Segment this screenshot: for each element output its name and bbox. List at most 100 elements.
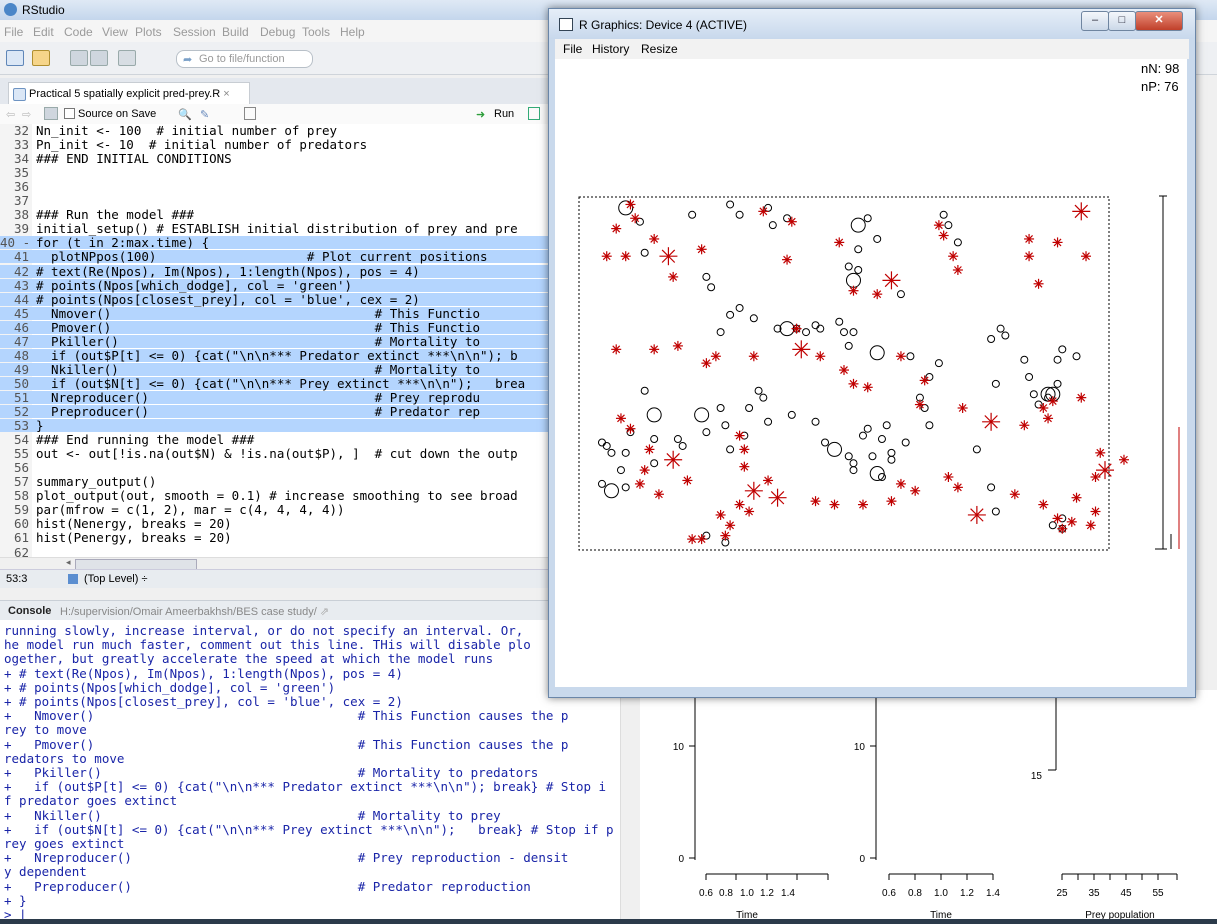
- forward-arrow-icon[interactable]: ⇨: [22, 108, 31, 121]
- rerun-icon[interactable]: [528, 107, 540, 120]
- maximize-button[interactable]: □: [1108, 11, 1136, 31]
- code-line[interactable]: 51 Nreproducer() # Prey reprodu: [0, 389, 640, 405]
- search-icon[interactable]: 🔍: [178, 108, 192, 121]
- code-line[interactable]: 44 # points(Npos[closest_prey], col = 'bl…: [0, 292, 640, 306]
- code-line[interactable]: 49 Nkiller() # Mortality to: [0, 362, 640, 376]
- predator-point: [1009, 489, 1020, 500]
- code-line[interactable]: 56: [0, 461, 640, 474]
- minimize-button[interactable]: –: [1081, 11, 1109, 31]
- graphics-menu-resize[interactable]: Resize: [641, 42, 678, 56]
- plot1-xtick-label: 1.4: [781, 888, 795, 899]
- goto-dir-icon[interactable]: ⇗: [320, 606, 329, 618]
- save-all-icon[interactable]: [90, 50, 108, 66]
- predator-point: [696, 244, 707, 255]
- run-button[interactable]: Run: [494, 108, 514, 120]
- run-arrow-icon[interactable]: ➜: [476, 108, 485, 121]
- code-line[interactable]: 42 # text(Re(Npos), Im(Npos), 1:length(Np…: [0, 263, 640, 279]
- print-icon[interactable]: [118, 50, 136, 66]
- graphics-menubar: File History Resize: [555, 39, 1189, 59]
- code-line[interactable]: 46 Pmover() # This Functio: [0, 320, 640, 334]
- close-tab-icon[interactable]: ×: [223, 88, 229, 100]
- prey-point: [764, 203, 773, 212]
- code-line[interactable]: 45 Nmover() # This Functio: [0, 306, 640, 320]
- code-line[interactable]: 40 - for (t in 2:max.time) {: [0, 236, 640, 250]
- menu-edit[interactable]: Edit: [33, 25, 54, 39]
- console-output[interactable]: running slowly, increase interval, or do…: [0, 620, 630, 919]
- code-line[interactable]: 37: [0, 194, 640, 207]
- predator-point: [611, 223, 622, 234]
- code-line[interactable]: 39 initial_setup() # ESTABLISH initial di…: [0, 222, 640, 235]
- menu-view[interactable]: View: [102, 25, 128, 39]
- line-number: 58: [13, 488, 29, 504]
- prey-point: [768, 221, 777, 230]
- close-button[interactable]: ✕: [1135, 11, 1183, 31]
- menu-code[interactable]: Code: [64, 25, 93, 39]
- predator-point: [1033, 278, 1044, 289]
- back-arrow-icon[interactable]: ⇦: [6, 108, 15, 121]
- prey-point: [1053, 379, 1062, 388]
- code-line[interactable]: 53}: [0, 419, 640, 433]
- code-line[interactable]: 43 # points(Npos[which_dodge], col = 'gre…: [0, 278, 640, 292]
- plot1-xtick-label: 1.0: [740, 888, 754, 899]
- menu-build[interactable]: Build: [222, 25, 249, 39]
- scroll-left-icon[interactable]: ◂: [66, 557, 71, 568]
- code-line[interactable]: 48 if (out$P[t] <= 0) {cat("\n\n*** Pred…: [0, 348, 640, 362]
- line-code: Nn_init <- 100 # initial number of prey: [36, 124, 338, 138]
- console-line: rey goes extinct: [4, 836, 125, 851]
- new-file-icon[interactable]: [6, 50, 24, 66]
- plot3-xtick-label: 45: [1120, 888, 1132, 899]
- line-number: 62: [13, 544, 29, 558]
- code-line[interactable]: 47 Pkiller() # Mortality to: [0, 334, 640, 348]
- open-project-icon[interactable]: [32, 50, 50, 66]
- menu-help[interactable]: Help: [340, 25, 365, 39]
- menu-debug[interactable]: Debug: [260, 25, 295, 39]
- menu-session[interactable]: Session: [173, 25, 216, 39]
- code-line[interactable]: 35: [0, 166, 640, 179]
- code-line[interactable]: 34 ### END INITIAL CONDITIONS: [0, 152, 640, 165]
- code-line[interactable]: 61 hist(Penergy, breaks = 20): [0, 531, 640, 544]
- magic-wand-icon[interactable]: ✎: [200, 108, 209, 121]
- prey-point: [716, 404, 725, 412]
- prey-point: [1053, 355, 1062, 364]
- line-code: # text(Re(Npos), Im(Npos), 1:length(Npos…: [36, 263, 420, 279]
- code-line[interactable]: 59 par(mfrow = c(1, 2), mar = c(4, 4, 4, …: [0, 503, 640, 516]
- code-line[interactable]: 60 hist(Nenergy, breaks = 20): [0, 517, 640, 530]
- code-line[interactable]: 32 Nn_init <- 100 # initial number of pre…: [0, 124, 640, 137]
- graphics-menu-history[interactable]: History: [592, 42, 629, 56]
- code-line[interactable]: 36: [0, 180, 640, 193]
- outline-icon[interactable]: [244, 107, 256, 120]
- plots-pane: 10 0 0.6 0.8 1.0 1.2 1.4 Time 10 0 0.6 0…: [640, 690, 1217, 921]
- code-line[interactable]: 54 ### End running the model ###: [0, 433, 640, 446]
- graphics-titlebar[interactable]: R Graphics: Device 4 (ACTIVE) – □ ✕: [549, 9, 1195, 39]
- prey-point: [996, 324, 1005, 333]
- source-on-save-checkbox[interactable]: [64, 108, 75, 119]
- code-line[interactable]: 41 plotNPpos(100) # Plot current positio…: [0, 250, 640, 264]
- prey-point: [849, 328, 858, 337]
- prey-point: [845, 272, 861, 288]
- line-code: Nreproducer() # Prey reprodu: [36, 389, 481, 405]
- console-header: Console H:/supervision/Omair Ameerbakhsh…: [0, 600, 640, 621]
- code-line[interactable]: 55 out <- out[!is.na(out$N) & !is.na(out$…: [0, 447, 640, 460]
- prey-point: [873, 234, 882, 243]
- code-line[interactable]: 62: [0, 546, 640, 558]
- menu-plots[interactable]: Plots: [135, 25, 162, 39]
- predator-point: [914, 399, 925, 410]
- predator-point: [696, 534, 707, 545]
- menu-file[interactable]: File: [4, 25, 23, 39]
- code-line[interactable]: 57 summary_output(): [0, 475, 640, 488]
- save-source-icon[interactable]: [44, 107, 58, 120]
- code-editor[interactable]: 32 Nn_init <- 100 # initial number of pre…: [0, 124, 640, 557]
- source-tab[interactable]: Practical 5 spatially explicit pred-prey…: [8, 82, 250, 105]
- code-line[interactable]: 38 ### Run the model ###: [0, 208, 640, 221]
- code-line[interactable]: 50 if (out$N[t] <= 0) {cat("\n\n*** Prey…: [0, 375, 640, 391]
- graphics-menu-file[interactable]: File: [563, 42, 582, 56]
- line-code: if (out$N[t] <= 0) {cat("\n\n*** Prey ex…: [36, 375, 526, 391]
- predator-point: [886, 496, 897, 507]
- code-line[interactable]: 33 Pn_init <- 10 # initial number of pred…: [0, 138, 640, 151]
- scope-selector[interactable]: (Top Level) ÷: [84, 573, 148, 585]
- goto-file-input[interactable]: ➦ Go to file/function: [176, 50, 313, 68]
- menu-tools[interactable]: Tools: [302, 25, 330, 39]
- save-icon[interactable]: [70, 50, 88, 66]
- code-line[interactable]: 58 plot_output(out, smooth = 0.1) # incre…: [0, 489, 640, 502]
- code-line[interactable]: 52 Preproducer() # Predator rep: [0, 405, 640, 418]
